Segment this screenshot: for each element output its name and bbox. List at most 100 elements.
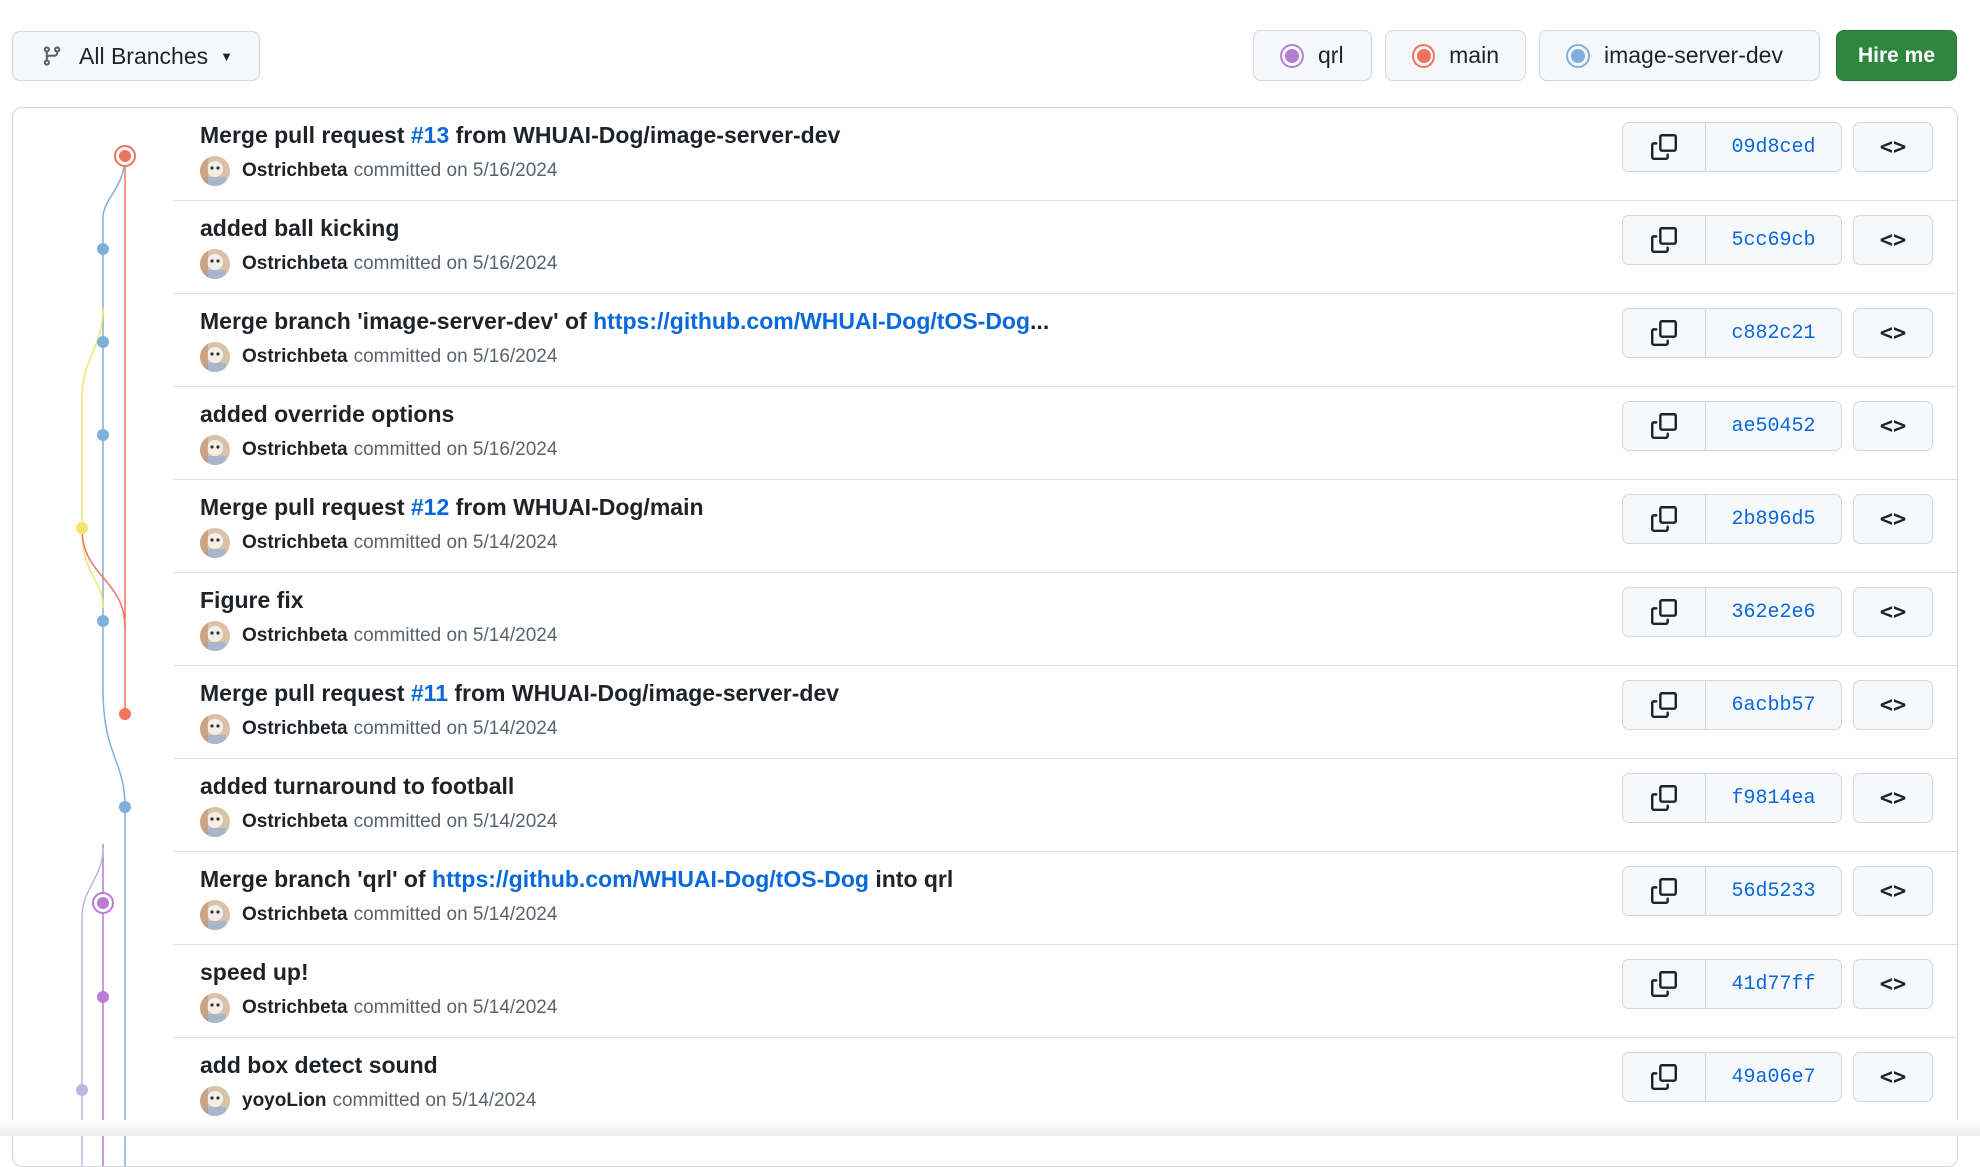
browse-code-button[interactable]: <> <box>1853 122 1933 172</box>
browse-code-button[interactable]: <> <box>1853 587 1933 637</box>
browse-code-button[interactable]: <> <box>1853 1052 1933 1102</box>
commit-row: added turnaround to football Ostrichbeta… <box>173 759 1957 852</box>
commit-author[interactable]: Ostrichbeta <box>242 346 348 368</box>
graph-node <box>76 1084 88 1096</box>
commit-meta: yoyoLion committed on 5/14/2024 <box>200 1086 536 1116</box>
commit-title[interactable]: add box detect sound <box>200 1052 438 1079</box>
commit-meta: Ostrichbeta committed on 5/16/2024 <box>200 156 557 186</box>
branch-chip-label: qrl <box>1318 42 1344 68</box>
graph-node <box>97 615 109 627</box>
commit-author[interactable]: Ostrichbeta <box>242 625 348 647</box>
browse-code-button[interactable]: <> <box>1853 494 1933 544</box>
branch-dot-icon <box>1566 43 1590 68</box>
commit-sha-link[interactable]: 49a06e7 <box>1706 1053 1841 1101</box>
copy-sha-button[interactable] <box>1623 123 1706 171</box>
hire-me-button[interactable]: Hire me <box>1836 30 1957 81</box>
copy-sha-button[interactable] <box>1623 960 1706 1008</box>
copy-sha-button[interactable] <box>1623 681 1706 729</box>
commit-title[interactable]: added override options <box>200 401 454 428</box>
commit-title-link[interactable]: #13 <box>411 122 449 148</box>
avatar[interactable] <box>200 528 230 558</box>
commit-row: Merge branch 'qrl' of https://github.com… <box>173 852 1957 945</box>
browse-code-button[interactable]: <> <box>1853 215 1933 265</box>
commit-row: added ball kicking Ostrichbeta committed… <box>173 201 1957 294</box>
commit-sha-link[interactable]: 56d5233 <box>1706 867 1841 915</box>
commit-sha-link[interactable]: f9814ea <box>1706 774 1841 822</box>
commit-title[interactable]: Merge pull request #12 from WHUAI-Dog/ma… <box>200 494 704 521</box>
commit-title[interactable]: Merge branch 'qrl' of https://github.com… <box>200 866 953 893</box>
commit-sha-link[interactable]: ae50452 <box>1706 402 1841 450</box>
commit-title[interactable]: Merge branch 'image-server-dev' of https… <box>200 308 1049 335</box>
avatar[interactable] <box>200 156 230 186</box>
commit-sha-link[interactable]: 5cc69cb <box>1706 216 1841 264</box>
copy-icon <box>1651 692 1677 718</box>
avatar[interactable] <box>200 807 230 837</box>
commit-date: committed on 5/14/2024 <box>353 625 558 646</box>
branch-selector[interactable]: All Branches ▼ <box>12 31 260 81</box>
branch-chip-image-server-dev[interactable]: image-server-dev <box>1539 30 1820 81</box>
commit-title-link[interactable]: #11 <box>411 680 448 706</box>
commit-author[interactable]: yoyoLion <box>242 1090 326 1112</box>
commit-date: committed on 5/16/2024 <box>353 160 558 181</box>
copy-sha-button[interactable] <box>1623 867 1706 915</box>
commit-author[interactable]: Ostrichbeta <box>242 253 348 275</box>
avatar[interactable] <box>200 714 230 744</box>
graph-node <box>119 708 131 720</box>
browse-code-button[interactable]: <> <box>1853 401 1933 451</box>
copy-sha-button[interactable] <box>1623 588 1706 636</box>
commit-title-link[interactable]: #12 <box>411 494 449 520</box>
commit-author[interactable]: Ostrichbeta <box>242 718 348 740</box>
browse-code-button[interactable]: <> <box>1853 773 1933 823</box>
commit-actions: 56d5233 <> <box>1622 866 1933 916</box>
commit-sha-link[interactable]: 41d77ff <box>1706 960 1841 1008</box>
copy-sha-button[interactable] <box>1623 1053 1706 1101</box>
avatar[interactable] <box>200 342 230 372</box>
branch-chip-qrl[interactable]: qrl <box>1253 30 1372 81</box>
commit-author[interactable]: Ostrichbeta <box>242 160 348 182</box>
commit-title[interactable]: Merge pull request #11 from WHUAI-Dog/im… <box>200 680 839 707</box>
copy-sha-button[interactable] <box>1623 309 1706 357</box>
avatar[interactable] <box>200 249 230 279</box>
avatar[interactable] <box>200 993 230 1023</box>
copy-sha-button[interactable] <box>1623 216 1706 264</box>
copy-sha-button[interactable] <box>1623 402 1706 450</box>
code-icon: <> <box>1879 599 1907 625</box>
commit-title-link[interactable]: https://github.com/WHUAI-Dog/tOS-Dog <box>432 866 869 892</box>
browse-code-button[interactable]: <> <box>1853 959 1933 1009</box>
commit-author[interactable]: Ostrichbeta <box>242 811 348 833</box>
commit-sha-link[interactable]: 362e2e6 <box>1706 588 1841 636</box>
copy-sha-button[interactable] <box>1623 495 1706 543</box>
copy-icon <box>1651 320 1677 346</box>
browse-code-button[interactable]: <> <box>1853 308 1933 358</box>
sha-button-group: f9814ea <box>1622 773 1842 823</box>
commit-title[interactable]: added turnaround to football <box>200 773 514 800</box>
browse-code-button[interactable]: <> <box>1853 866 1933 916</box>
commit-title-text: Merge branch 'qrl' of <box>200 866 433 892</box>
commit-title-link[interactable]: https://github.com/WHUAI-Dog/tOS-Dog <box>593 308 1030 334</box>
avatar[interactable] <box>200 621 230 651</box>
avatar[interactable] <box>200 435 230 465</box>
commit-date: committed on 5/16/2024 <box>353 439 558 460</box>
commit-title[interactable]: added ball kicking <box>200 215 399 242</box>
commit-date: committed on 5/14/2024 <box>332 1090 537 1111</box>
branch-chip-main[interactable]: main <box>1385 30 1526 81</box>
commit-title[interactable]: Figure fix <box>200 587 304 614</box>
avatar[interactable] <box>200 1086 230 1116</box>
commit-author[interactable]: Ostrichbeta <box>242 904 348 926</box>
code-icon: <> <box>1879 1064 1907 1090</box>
commit-title[interactable]: Merge pull request #13 from WHUAI-Dog/im… <box>200 122 840 149</box>
commit-sha-link[interactable]: 6acbb57 <box>1706 681 1841 729</box>
commit-author[interactable]: Ostrichbeta <box>242 997 348 1019</box>
graph-lane-image-server-dev <box>102 155 126 1166</box>
avatar[interactable] <box>200 900 230 930</box>
commit-title[interactable]: speed up! <box>200 959 309 986</box>
commit-row: Merge pull request #12 from WHUAI-Dog/ma… <box>173 480 1957 573</box>
commit-author[interactable]: Ostrichbeta <box>242 532 348 554</box>
copy-sha-button[interactable] <box>1623 774 1706 822</box>
commit-sha-link[interactable]: c882c21 <box>1706 309 1841 357</box>
commit-author[interactable]: Ostrichbeta <box>242 439 348 461</box>
branch-chip-label: image-server-dev <box>1604 42 1783 68</box>
browse-code-button[interactable]: <> <box>1853 680 1933 730</box>
commit-sha-link[interactable]: 09d8ced <box>1706 123 1841 171</box>
commit-sha-link[interactable]: 2b896d5 <box>1706 495 1841 543</box>
